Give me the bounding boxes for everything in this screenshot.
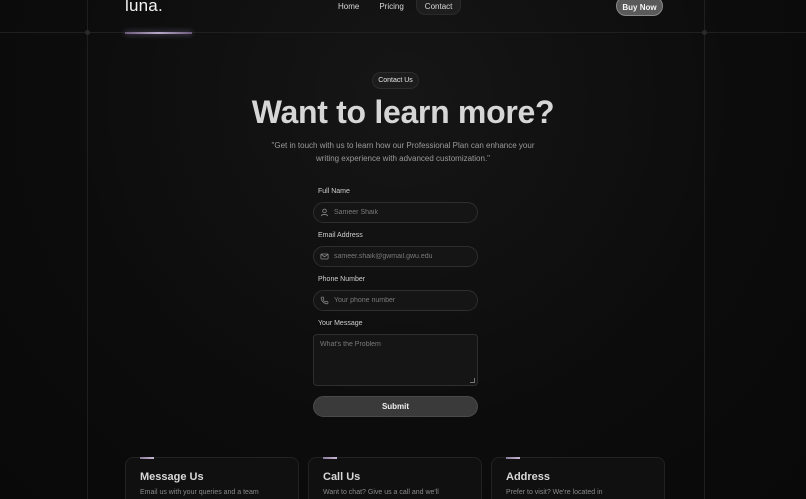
full-name-label: Full Name — [318, 188, 350, 195]
buy-now-button[interactable]: Buy Now — [616, 0, 663, 16]
phone-icon — [320, 296, 329, 305]
grid-line — [0, 32, 806, 33]
page-title: Want to learn more? — [251, 94, 555, 130]
user-icon — [320, 208, 329, 217]
grid-dot — [85, 30, 90, 35]
card-title: Address — [506, 471, 551, 483]
section-badge: Contact Us — [372, 72, 419, 89]
grid-line — [704, 0, 705, 499]
message-label: Your Message — [318, 320, 363, 327]
call-us-card: Call Us Want to chat? Give us a call and… — [308, 457, 482, 499]
card-text: Prefer to visit? We're located in — [506, 489, 603, 496]
phone-input[interactable] — [334, 297, 464, 304]
message-textarea[interactable] — [320, 341, 471, 379]
logo-underline — [125, 32, 192, 34]
card-accent — [140, 457, 154, 459]
address-card: Address Prefer to visit? We're located i… — [491, 457, 665, 499]
phone-label: Phone Number — [318, 276, 366, 283]
nav-home[interactable]: Home — [330, 0, 367, 14]
phone-field[interactable] — [313, 290, 478, 311]
page: luna. Home Pricing Contact Buy Now Conta… — [0, 0, 806, 499]
nav-contact[interactable]: Contact — [415, 0, 462, 15]
submit-button[interactable]: Submit — [313, 396, 478, 417]
main-nav: Home Pricing Contact — [330, 0, 462, 15]
email-input[interactable] — [334, 253, 464, 260]
card-text: Email us with your queries and a team — [140, 489, 259, 496]
page-subtitle: "Get in touch with us to learn how our P… — [271, 141, 535, 163]
message-us-card: Message Us Email us with your queries an… — [125, 457, 299, 499]
grid-line — [87, 0, 88, 499]
full-name-field[interactable] — [313, 202, 478, 223]
nav-pricing[interactable]: Pricing — [371, 0, 411, 14]
card-title: Message Us — [140, 471, 204, 483]
mail-icon — [320, 252, 329, 261]
card-title: Call Us — [323, 471, 361, 483]
card-accent — [323, 457, 337, 459]
grid-dot — [702, 30, 707, 35]
card-accent — [506, 457, 520, 459]
email-label: Email Address — [318, 232, 363, 239]
message-field[interactable] — [313, 334, 478, 386]
card-text: Want to chat? Give us a call and we'll — [323, 489, 439, 496]
email-field[interactable] — [313, 246, 478, 267]
full-name-input[interactable] — [334, 209, 464, 216]
logo[interactable]: luna. — [125, 0, 163, 16]
resize-handle[interactable] — [470, 378, 475, 383]
